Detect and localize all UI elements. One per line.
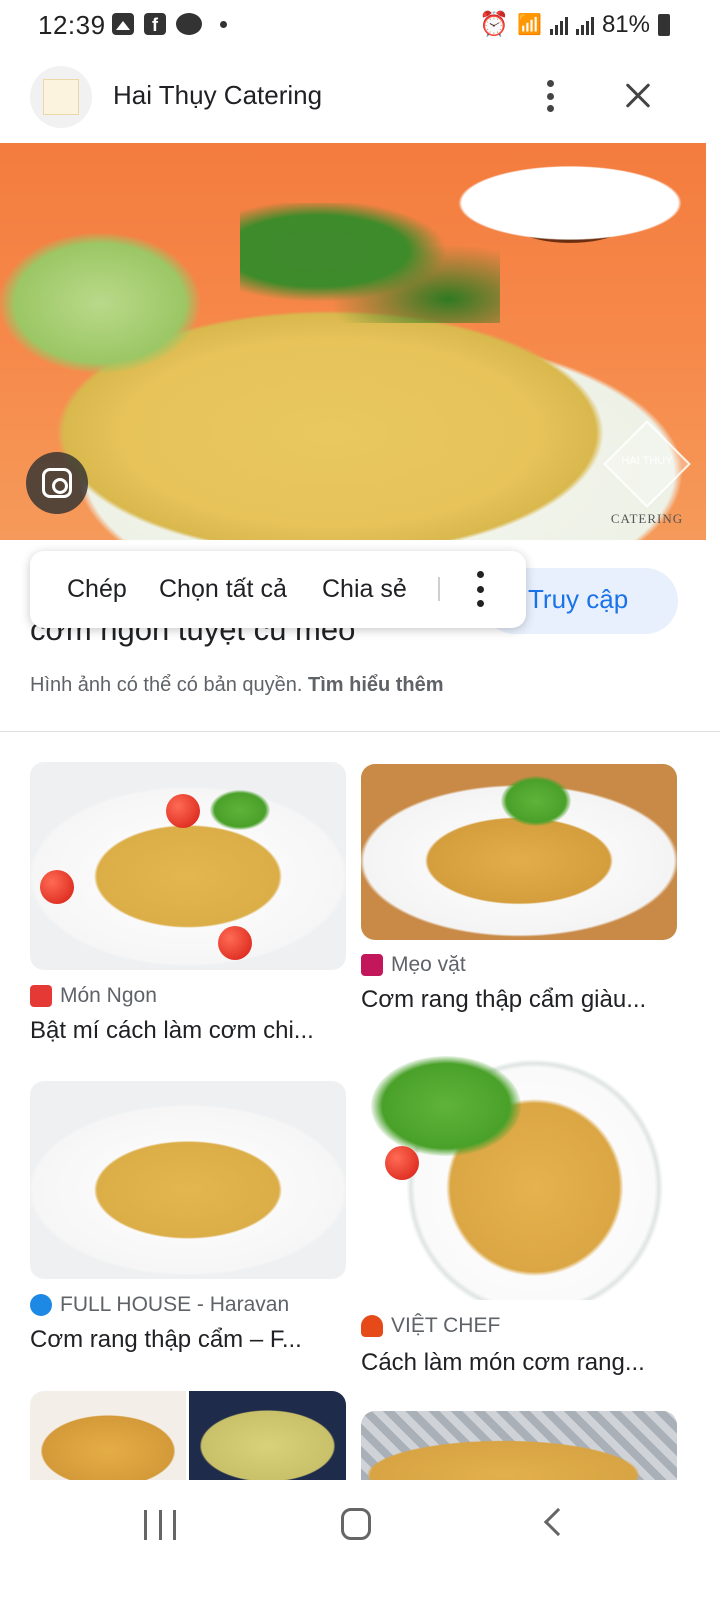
result-source-3[interactable]: FULL HOUSE - Haravan — [30, 1293, 289, 1317]
source-name: FULL HOUSE - Haravan — [60, 1293, 290, 1316]
menu-divider — [438, 577, 440, 601]
source-favicon — [361, 1315, 383, 1337]
status-time: 12:39 — [38, 10, 106, 40]
copy-menu-item[interactable]: Chép — [67, 575, 127, 604]
text-selection-menu: Chép Chọn tất cả Chia sẻ — [30, 551, 526, 628]
source-favicon — [30, 1294, 52, 1316]
site-favicon[interactable] — [30, 66, 92, 128]
result-thumbnail-5a[interactable] — [30, 1391, 186, 1491]
share-menu-item[interactable]: Chia sẻ — [322, 575, 407, 604]
facebook-icon: f — [144, 13, 166, 35]
battery-icon — [658, 13, 670, 36]
visit-button-label[interactable]: Truy cập — [528, 584, 628, 615]
gallery-icon — [112, 13, 134, 35]
result-title-1[interactable]: Bật mí cách làm cơm chi... — [30, 1017, 346, 1045]
select-all-menu-item[interactable]: Chọn tất cả — [159, 575, 287, 604]
more-vert-icon[interactable] — [536, 76, 564, 116]
wifi-icon: 📶 — [517, 14, 542, 36]
copyright-text: Hình ảnh có thể có bản quyền. — [30, 674, 303, 696]
result-title-4[interactable]: Cách làm món cơm rang... — [361, 1349, 677, 1377]
source-name: VIỆT CHEF — [391, 1314, 501, 1337]
watermark-text: HAI THUY — [621, 455, 673, 467]
result-title-3[interactable]: Cơm rang thập cẩm – F... — [30, 1326, 346, 1354]
result-thumbnail-1[interactable] — [30, 762, 346, 970]
watermark-caption: CATERING — [610, 511, 684, 526]
result-source-1[interactable]: Món Ngon — [30, 984, 157, 1008]
watermark-logo: HAI THUY CATERING — [600, 420, 694, 533]
result-thumbnail-4[interactable] — [361, 1050, 677, 1300]
result-source-2[interactable]: Mẹo vặt — [361, 953, 466, 977]
hero-herbs — [240, 203, 500, 323]
site-logo — [43, 79, 79, 115]
hero-lettuce — [0, 233, 200, 373]
source-name: Món Ngon — [60, 984, 157, 1007]
lens-search-button[interactable] — [26, 452, 88, 514]
result-source-4[interactable]: VIỆT CHEF — [361, 1314, 500, 1338]
result-thumbnail-6[interactable] — [361, 1411, 677, 1491]
alarm-icon: ⏰ — [479, 11, 510, 38]
signal-icon — [549, 15, 568, 35]
battery-level: 81% — [601, 10, 650, 38]
result-thumbnail-3[interactable] — [30, 1081, 346, 1279]
hero-image[interactable]: HAI THUY CATERING — [0, 143, 706, 540]
divider — [0, 731, 720, 732]
page-header: Hai Thụy Catering — [0, 60, 720, 140]
signal-icon-2 — [575, 15, 594, 35]
source-favicon — [30, 985, 52, 1007]
notification-icons: f — [112, 13, 227, 35]
result-thumbnail-5b[interactable] — [189, 1391, 346, 1491]
back-icon[interactable] — [543, 1507, 573, 1537]
system-nav-bar — [0, 1480, 720, 1600]
source-favicon — [361, 954, 383, 976]
learn-more-link[interactable]: Tìm hiểu thêm — [308, 674, 444, 696]
system-icons: ⏰ 📶 81% — [479, 10, 670, 39]
source-name: Mẹo vặt — [391, 953, 466, 976]
lens-icon — [42, 468, 72, 498]
more-vert-icon[interactable] — [470, 571, 490, 607]
status-bar: 12:39 f ⏰ 📶 81% — [0, 0, 720, 52]
recent-apps-icon[interactable] — [144, 1510, 176, 1540]
result-title-2[interactable]: Cơm rang thập cẩm giàu... — [361, 986, 677, 1014]
messenger-icon — [176, 13, 202, 35]
home-icon[interactable] — [341, 1508, 371, 1540]
result-thumbnail-2[interactable] — [361, 764, 677, 940]
close-icon[interactable] — [618, 76, 658, 116]
copyright-notice: Hình ảnh có thể có bản quyền. Tìm hiểu t… — [30, 674, 444, 697]
more-notifications-icon — [220, 20, 227, 28]
site-name[interactable]: Hai Thụy Catering — [113, 80, 322, 111]
